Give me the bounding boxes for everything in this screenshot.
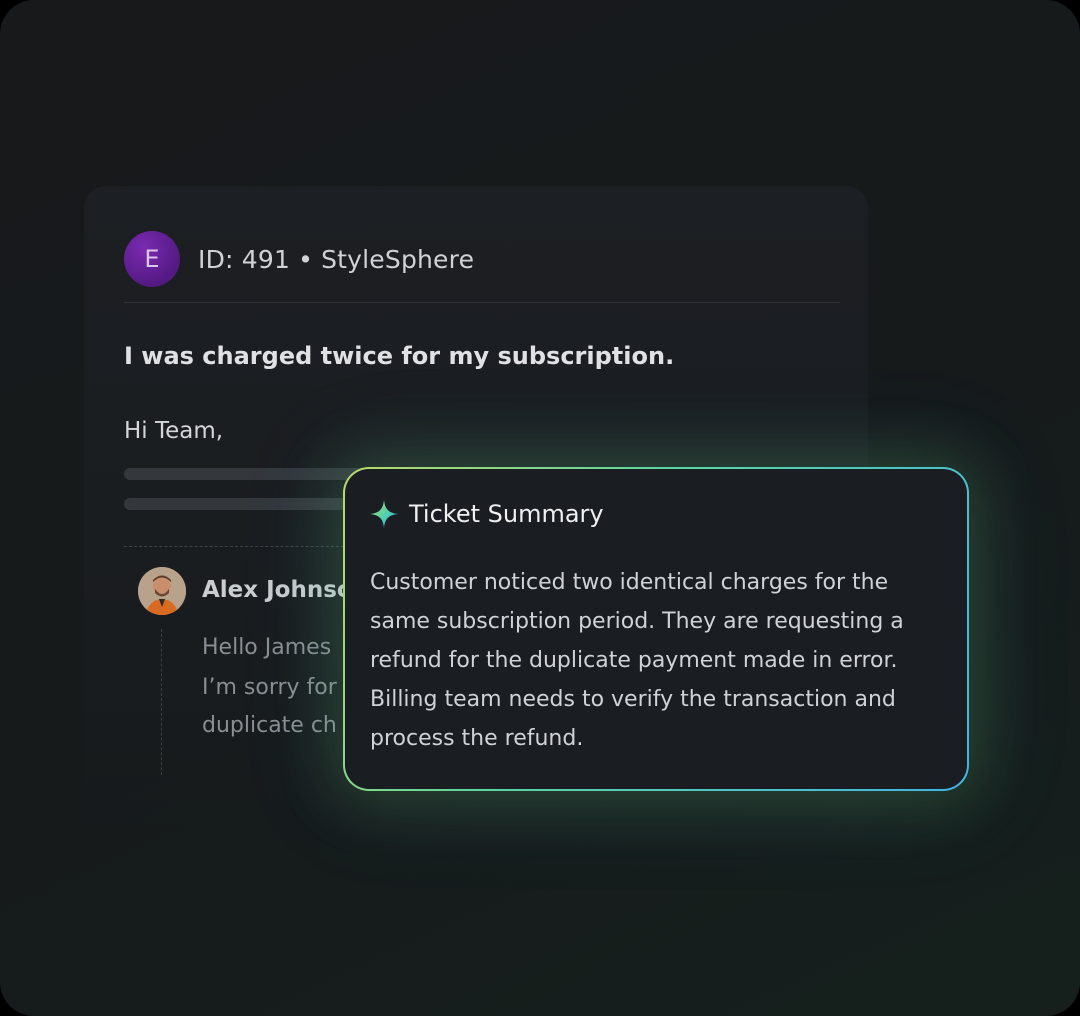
customer-avatar: E (124, 231, 180, 287)
ticket-summary-card: Ticket Summary Customer noticed two iden… (343, 467, 969, 791)
ticket-greeting: Hi Team, (124, 418, 224, 444)
agent-reply: Alex Johnso Hello James I’m sorry for du… (138, 567, 358, 777)
sparkle-icon (369, 499, 399, 529)
summary-header: Ticket Summary (369, 499, 604, 529)
ticket-company: StyleSphere (321, 244, 475, 274)
ticket-meta: ID: 491 • StyleSphere (198, 245, 474, 274)
meta-separator: • (298, 244, 314, 274)
agent-name: Alex Johnso (202, 577, 353, 603)
summary-text: Customer noticed two identical charges f… (370, 563, 950, 758)
agent-photo-icon (138, 567, 186, 615)
customer-avatar-letter: E (144, 245, 160, 273)
reply-line: Hello James (202, 635, 332, 660)
summary-line: Billing team needs to verify the transac… (370, 687, 896, 712)
summary-line: same subscription period. They are reque… (370, 609, 904, 634)
thread-line (161, 629, 162, 775)
reply-line: duplicate ch (202, 713, 337, 738)
summary-line: process the refund. (370, 726, 584, 751)
agent-avatar (138, 567, 186, 615)
reply-line: I’m sorry for (202, 675, 337, 700)
summary-line: Customer noticed two identical charges f… (370, 570, 889, 595)
header-divider (124, 302, 840, 303)
app-canvas: E ID: 491 • StyleSphere I was charged twic… (0, 0, 1080, 1016)
ticket-subject: I was charged twice for my subscription. (124, 342, 675, 370)
reply-separator (124, 546, 354, 547)
summary-line: refund for the duplicate payment made in… (370, 648, 898, 673)
summary-title: Ticket Summary (409, 500, 604, 528)
ticket-id: ID: 491 (198, 244, 291, 274)
ticket-header: E ID: 491 • StyleSphere (124, 231, 474, 287)
ticket-summary-panel: Ticket Summary Customer noticed two iden… (345, 469, 967, 789)
